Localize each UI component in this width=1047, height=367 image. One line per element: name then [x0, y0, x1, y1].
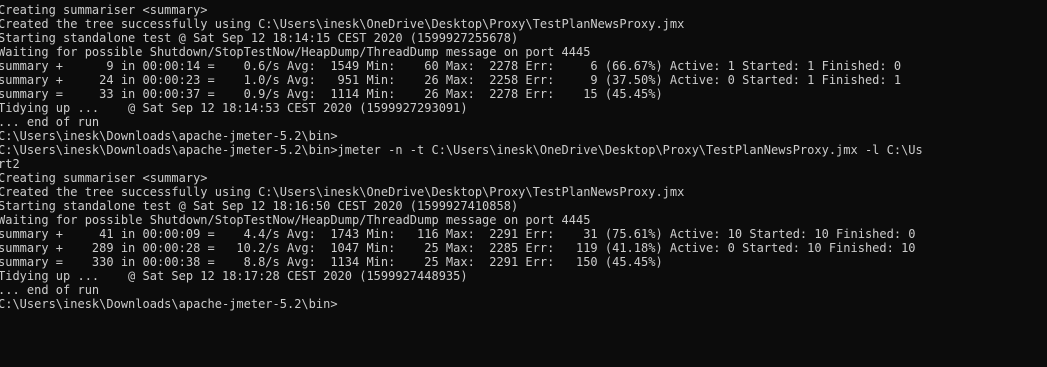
prompt-line: C:\Users\inesk\Downloads\apache-jmeter-5… [0, 297, 338, 311]
prompt-line: C:\Users\inesk\Downloads\apache-jmeter-5… [0, 129, 338, 143]
output-line-summary-total: summary = 33 in 00:00:37 = 0.9/s Avg: 11… [0, 87, 663, 101]
output-line-tidying: Tidying up ... @ Sat Sep 12 18:17:28 CES… [0, 269, 468, 283]
command-line: C:\Users\inesk\Downloads\apache-jmeter-5… [0, 143, 923, 157]
terminal-window[interactable]: Creating summariser <summary> Created th… [0, 0, 1047, 367]
output-line-summary: summary + 9 in 00:00:14 = 0.6/s Avg: 154… [0, 59, 902, 73]
output-line-creating-summariser: Creating summariser <summary> [0, 171, 208, 185]
output-line-end-of-run: ... end of run [0, 283, 100, 297]
output-line-creating-summariser: Creating summariser <summary> [0, 3, 208, 17]
output-line-starting-test: Starting standalone test @ Sat Sep 12 18… [0, 199, 519, 213]
output-line-summary-total: summary = 330 in 00:00:38 = 8.8/s Avg: 1… [0, 255, 663, 269]
output-line-waiting: Waiting for possible Shutdown/StopTestNo… [0, 45, 591, 59]
output-line-summary: summary + 41 in 00:00:09 = 4.4/s Avg: 17… [0, 227, 916, 241]
output-line-created-tree: Created the tree successfully using C:\U… [0, 185, 685, 199]
output-line-end-of-run: ... end of run [0, 115, 100, 129]
command-line-wrap: rt2 [0, 157, 20, 171]
output-line-waiting: Waiting for possible Shutdown/StopTestNo… [0, 213, 591, 227]
output-line-summary: summary + 289 in 00:00:28 = 10.2/s Avg: … [0, 241, 916, 255]
output-line-created-tree: Created the tree successfully using C:\U… [0, 17, 685, 31]
output-line-summary: summary + 24 in 00:00:23 = 1.0/s Avg: 95… [0, 73, 902, 87]
output-line-starting-test: Starting standalone test @ Sat Sep 12 18… [0, 31, 519, 45]
output-line-tidying: Tidying up ... @ Sat Sep 12 18:14:53 CES… [0, 101, 468, 115]
